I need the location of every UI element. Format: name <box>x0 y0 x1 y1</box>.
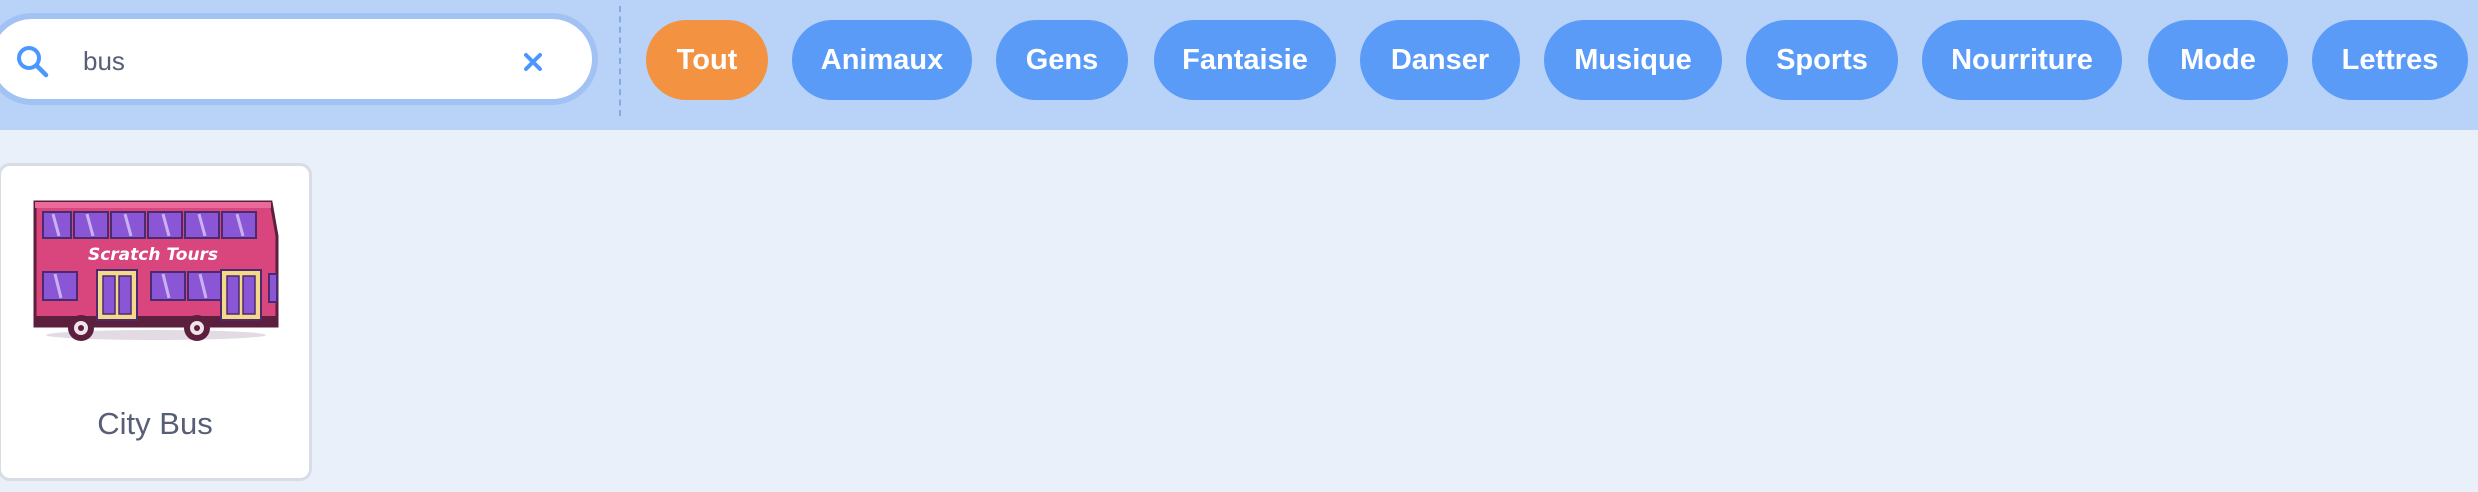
result-card[interactable]: Scratch Tours City Bus <box>0 163 312 481</box>
search-box: bus <box>0 13 598 105</box>
tag-danser[interactable]: Danser <box>1360 20 1520 100</box>
search-icon <box>17 46 49 78</box>
search-input[interactable]: bus <box>0 19 592 99</box>
tag-nourriture[interactable]: Nourriture <box>1922 20 2122 100</box>
tag-musique[interactable]: Musique <box>1544 20 1722 100</box>
search-value: bus <box>83 46 125 76</box>
tag-mode[interactable]: Mode <box>2148 20 2288 100</box>
filter-bar: bus Tout Animaux Gens Fantaisie Danser M… <box>0 0 2478 130</box>
tag-gens[interactable]: Gens <box>996 20 1128 100</box>
result-card-label: City Bus <box>97 406 213 441</box>
close-icon[interactable] <box>519 48 547 76</box>
tag-tout[interactable]: Tout <box>646 20 768 100</box>
tag-fantaisie[interactable]: Fantaisie <box>1154 20 1336 100</box>
tag-sports[interactable]: Sports <box>1746 20 1898 100</box>
divider <box>619 6 621 116</box>
city-bus-image: Scratch Tours <box>33 200 279 341</box>
tag-animaux[interactable]: Animaux <box>792 20 972 100</box>
bus-lettering: Scratch Tours <box>88 245 218 265</box>
tag-lettres[interactable]: Lettres <box>2312 20 2468 100</box>
